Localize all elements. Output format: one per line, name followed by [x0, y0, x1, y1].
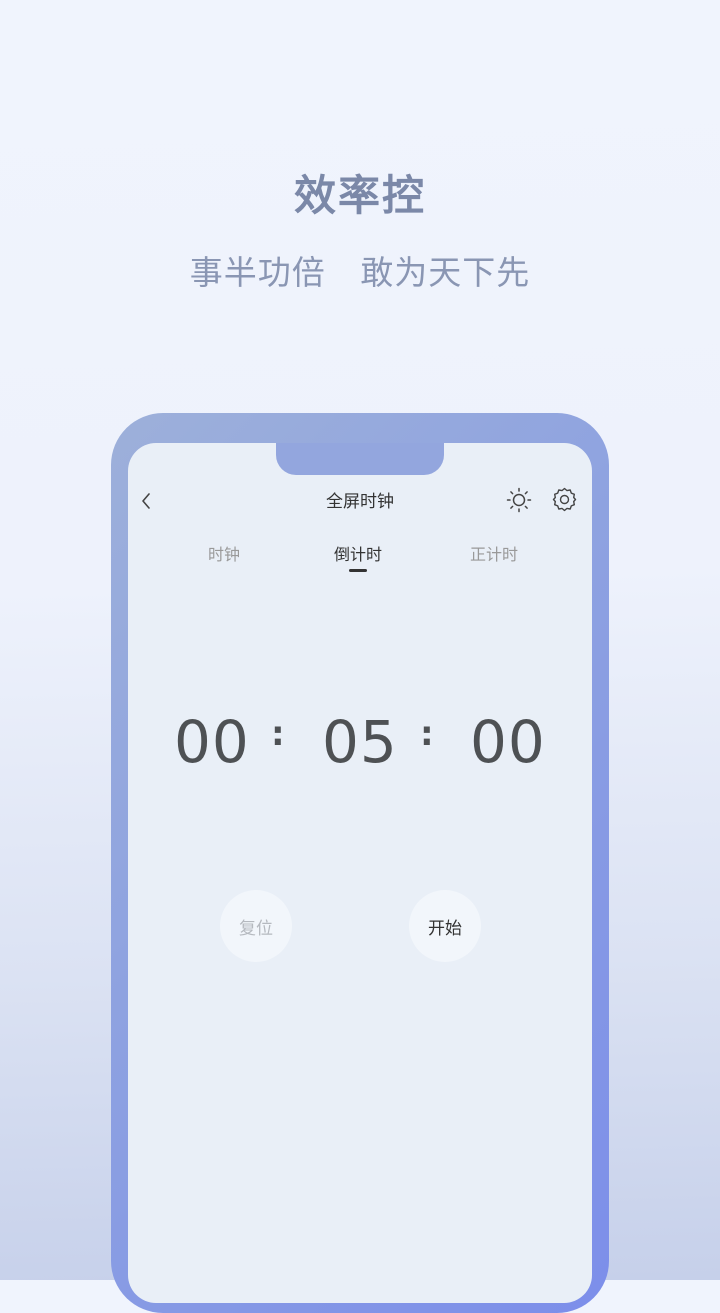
- time-separator: :: [420, 714, 434, 754]
- seconds-value[interactable]: 00: [470, 708, 546, 776]
- tab-clock-label: 时钟: [207, 545, 240, 564]
- countdown-display: 00 : 05 : 00: [128, 708, 592, 778]
- phone-frame: 全屏时钟 时钟 倒计时 正计时 00: 05: 00 复位 开始: [111, 413, 609, 1313]
- tab-stopwatch[interactable]: 正计时: [462, 541, 526, 565]
- phone-screen: 全屏时钟 时钟 倒计时 正计时 00: 05: 00 复位 开始: [128, 443, 592, 1303]
- sun-icon[interactable]: [506, 487, 532, 513]
- tab-countdown[interactable]: 倒计时: [326, 541, 390, 572]
- tab-countdown-label: 倒计时: [333, 545, 382, 564]
- reset-button-label: 复位: [239, 918, 273, 939]
- mode-tabs: 时钟 倒计时 正计时: [128, 541, 592, 581]
- minutes-value[interactable]: 05: [322, 708, 398, 776]
- tab-stopwatch-label: 正计时: [469, 545, 518, 564]
- reset-button[interactable]: 复位: [220, 890, 292, 962]
- active-tab-indicator: [349, 569, 367, 572]
- tab-clock[interactable]: 时钟: [192, 541, 256, 565]
- start-button[interactable]: 开始: [409, 890, 481, 962]
- hours-value[interactable]: 00: [174, 708, 250, 776]
- start-button-label: 开始: [428, 918, 462, 939]
- promo-headline: 效率控: [293, 171, 426, 220]
- promo-subline: 事半功倍 敢为天下先: [189, 253, 531, 292]
- time-separator: :: [271, 714, 285, 754]
- phone-notch: [276, 443, 444, 475]
- gear-icon[interactable]: [551, 486, 578, 513]
